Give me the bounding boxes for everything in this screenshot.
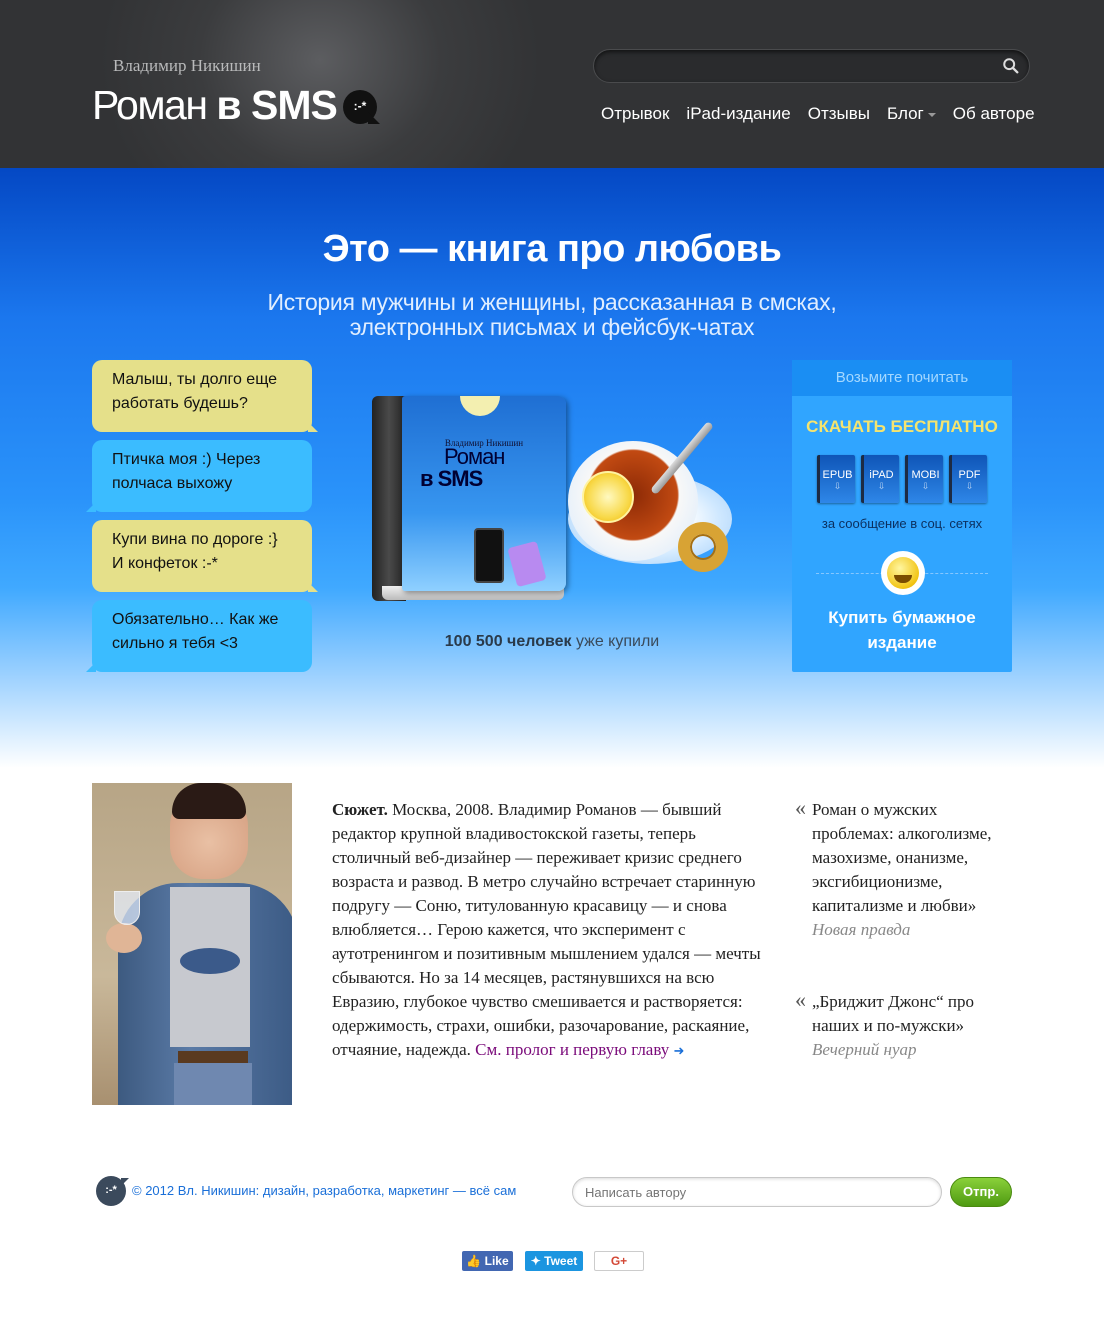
author-photo <box>92 783 292 1105</box>
quote-mark-icon: « <box>795 795 806 820</box>
copyright[interactable]: © 2012 Вл. Никишин: дизайн, разработка, … <box>132 1183 516 1198</box>
nav-about[interactable]: Об авторе <box>953 104 1035 124</box>
phone-icon <box>507 540 547 588</box>
download-note: за сообщение в соц. сетях <box>821 516 983 531</box>
photo-shirt-logo <box>180 948 240 974</box>
download-arrow-icon: ⇩ <box>921 481 930 491</box>
site-author: Владимир Никишин <box>113 56 261 75</box>
sold-count-rest: уже купили <box>571 633 660 650</box>
plot-summary: Сюжет. Москва, 2008. Владимир Романов — … <box>332 798 772 1063</box>
buy-paper-line2: издание <box>867 633 937 652</box>
download-epub-button[interactable]: EPUB ⇩ <box>817 455 855 503</box>
quote-source: Вечерний нуар <box>812 1040 917 1059</box>
moon-icon <box>460 396 500 416</box>
buy-paper-button[interactable]: Купить бумажное издание <box>792 605 1012 655</box>
nav-reviews[interactable]: Отзывы <box>808 104 870 124</box>
tweet-label: Tweet <box>544 1254 578 1268</box>
hero-subtitle-line2: электронных письмах и фейсбук-чатах <box>349 314 755 340</box>
cover-title-line1: Роман <box>444 444 505 469</box>
photo-hand <box>106 923 142 953</box>
photo-glass <box>114 891 140 925</box>
format-label: PDF <box>958 469 981 481</box>
lemon-icon <box>582 471 634 523</box>
chat-message: Обязательно… Как же сильно я тебя <3 <box>86 600 312 672</box>
google-plus-button[interactable]: G+ <box>594 1251 644 1271</box>
search-icon[interactable] <box>1002 57 1020 75</box>
nav-excerpt[interactable]: Отрывок <box>601 104 669 124</box>
facebook-like-button[interactable]: 👍 Like <box>462 1251 513 1271</box>
send-button[interactable]: Отпр. <box>950 1177 1012 1207</box>
hero-title: Это — книга про любовь <box>322 228 782 270</box>
book-spine <box>372 396 406 601</box>
plot-label: Сюжет. <box>332 800 388 819</box>
download-title[interactable]: СКАЧАТЬ БЕСПЛАТНО <box>792 417 1012 437</box>
download-pdf-button[interactable]: PDF ⇩ <box>949 455 987 503</box>
cover-title-line2: в SMS <box>420 466 483 491</box>
quote-text: „Бриджит Джонс“ про наших и по-мужски» <box>812 992 975 1035</box>
logo-text: Роман <box>92 82 217 128</box>
download-arrow-icon: ⇩ <box>833 481 842 491</box>
quote-source: Новая правда <box>812 920 911 939</box>
format-label: MOBI <box>911 469 940 481</box>
sold-count: 100 500 человек уже купили <box>392 633 712 651</box>
site-header: Владимир Никишин Роман в SMS :-* Отрывок… <box>0 0 1104 168</box>
download-arrow-icon: ⇩ <box>877 481 886 491</box>
thumbs-up-icon: 👍 <box>466 1254 482 1268</box>
review-quote: « „Бриджит Джонс“ про наших и по-мужски»… <box>795 988 1012 1062</box>
download-formats: EPUB ⇩ iPAD ⇩ MOBI ⇩ PDF ⇩ <box>817 455 987 503</box>
nav-blog-label: Блог <box>887 104 924 123</box>
sold-count-bold: 100 500 человек <box>444 633 572 650</box>
logo-bold-text: в SMS <box>216 82 337 128</box>
smiley-icon <box>881 551 925 595</box>
tweet-button[interactable]: ✦ Tweet <box>525 1251 583 1271</box>
chat-message: Птичка моя :) Через полчаса выхожу <box>86 440 312 512</box>
like-label: Like <box>484 1254 509 1268</box>
hero-subtitle: История мужчины и женщины, рассказанная … <box>0 290 1104 340</box>
arrow-right-icon: ➜ <box>673 1043 685 1058</box>
download-ipad-button[interactable]: iPAD ⇩ <box>861 455 899 503</box>
site-logo[interactable]: Роман в SMS <box>92 82 338 129</box>
book-illustration: Владимир Никишин Роман в SMS <box>372 396 732 606</box>
download-box: Возьмите почитать СКАЧАТЬ БЕСПЛАТНО EPUB… <box>792 360 1012 672</box>
chevron-down-icon <box>927 112 936 121</box>
quote-text: Роман о мужских проблемах: алкоголизме, … <box>812 800 992 915</box>
chat-message: Купи вина по дороге :} И конфеток :-* <box>92 520 318 592</box>
plot-text: Москва, 2008. Владимир Романов — бывший … <box>332 800 761 1059</box>
search-input[interactable] <box>593 49 1030 83</box>
message-author-input[interactable] <box>572 1177 942 1207</box>
prologue-link[interactable]: См. пролог и первую главу <box>475 1040 669 1059</box>
photo-belt <box>178 1051 248 1063</box>
buy-paper-line1: Купить бумажное <box>828 608 976 627</box>
photo-jeans <box>174 1063 252 1105</box>
download-header: Возьмите почитать <box>792 360 1012 396</box>
nav-blog[interactable]: Блог <box>887 104 936 124</box>
download-mobi-button[interactable]: MOBI ⇩ <box>905 455 943 503</box>
quote-mark-icon: « <box>795 987 806 1012</box>
footer-logo-icon: :-* <box>96 1176 129 1206</box>
photo-hair <box>172 783 246 819</box>
twitter-bird-icon: ✦ <box>530 1254 541 1268</box>
nav-ipad[interactable]: iPad-издание <box>686 104 790 124</box>
book-cover: Владимир Никишин Роман в SMS <box>402 396 566 591</box>
format-label: EPUB <box>822 469 853 481</box>
cover-title: Роман в SMS <box>420 444 505 491</box>
hero-subtitle-line1: История мужчины и женщины, рассказанная … <box>267 289 837 315</box>
main-nav: Отрывок iPad-издание Отзывы Блог Об авто… <box>601 104 1052 124</box>
review-quote: « Роман о мужских проблемах: алкоголизме… <box>795 796 1012 942</box>
bagel-icon <box>678 522 728 572</box>
chat-message: Малыш, ты долго еще работать будешь? <box>92 360 318 432</box>
phone-icon <box>474 528 504 583</box>
format-label: iPAD <box>869 469 894 481</box>
logo-bubble-icon: :-* <box>343 90 380 124</box>
download-arrow-icon: ⇩ <box>965 481 974 491</box>
